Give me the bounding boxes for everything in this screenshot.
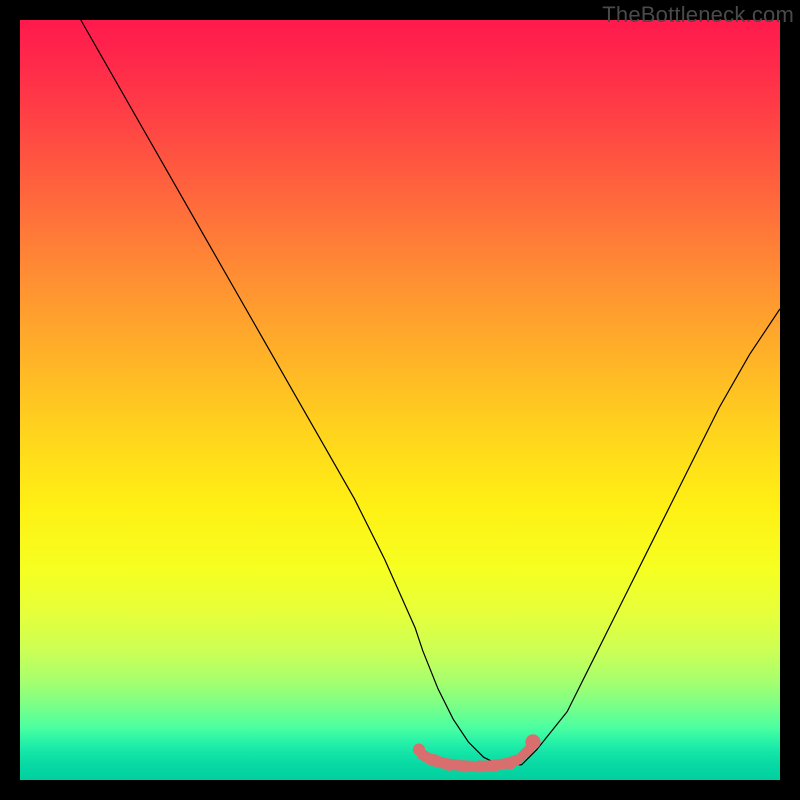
marker-endpoint-right [525,734,540,749]
marker-valley-3 [459,760,471,772]
watermark-text: TheBottleneck.com [602,2,794,28]
marker-valley-6 [504,757,516,769]
marker-valley-5 [489,759,501,771]
plot-area [20,20,780,780]
bottleneck-curve [81,20,780,765]
chart-svg [20,20,780,780]
marker-valley-4 [474,760,486,772]
chart-frame: TheBottleneck.com [0,0,800,800]
marker-valley-1 [428,754,440,766]
marker-endpoint-left [413,744,425,756]
marker-valley-2 [443,759,455,771]
